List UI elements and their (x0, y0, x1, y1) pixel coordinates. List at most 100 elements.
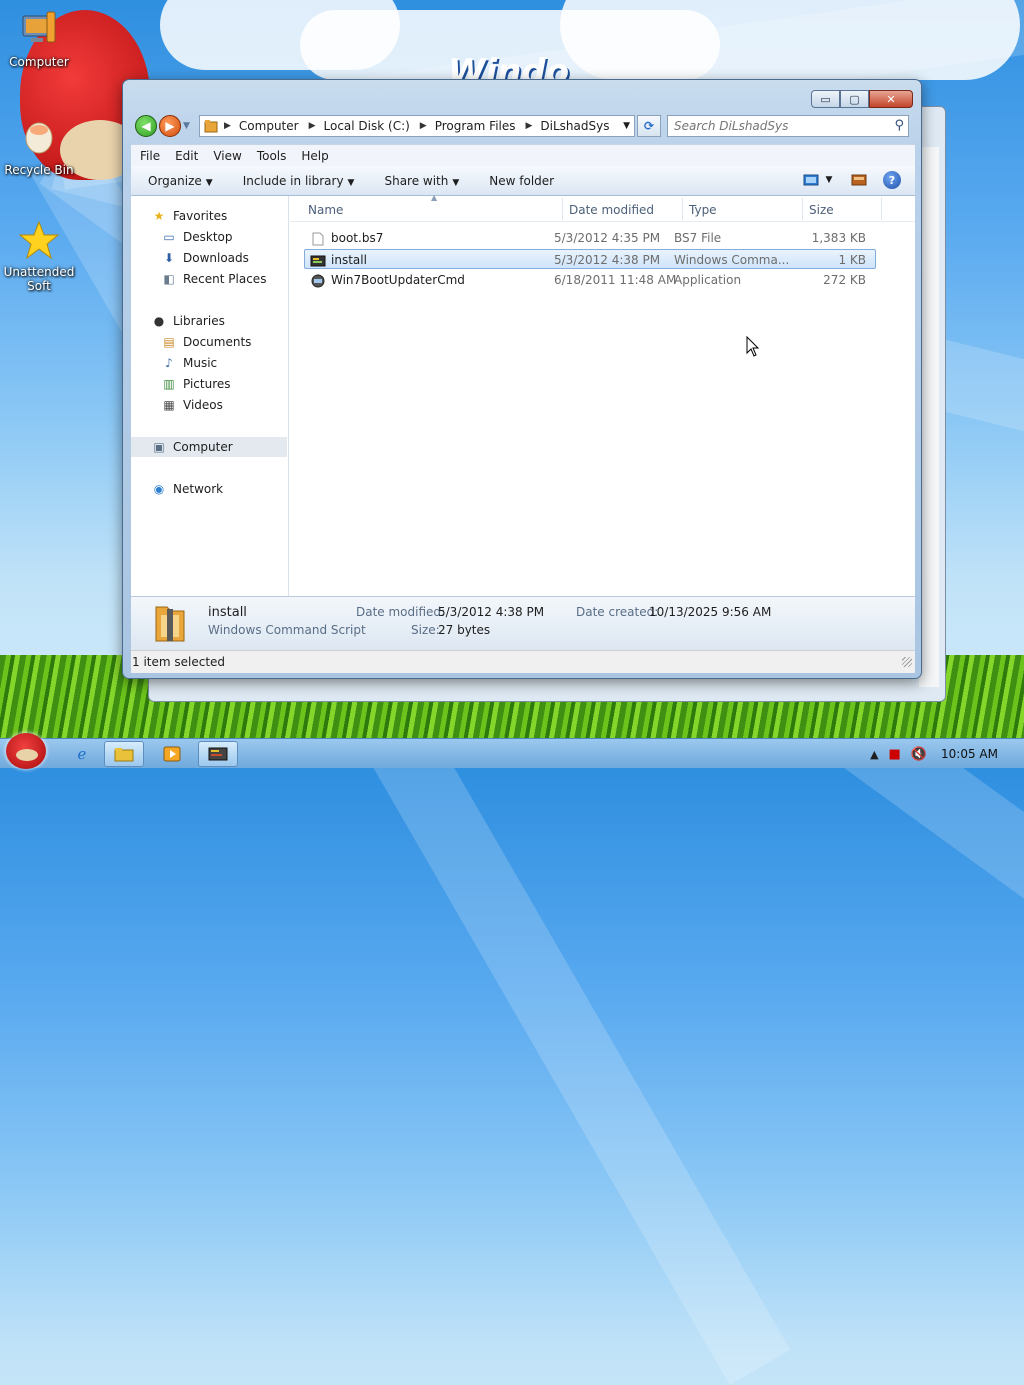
column-header-date-modified[interactable]: Date modified (569, 203, 654, 217)
breadcrumb-separator-icon[interactable]: ▶ (224, 121, 231, 131)
nav-downloads[interactable]: ⬇ Downloads (161, 248, 249, 268)
nav-music[interactable]: ♪ Music (161, 353, 217, 373)
nav-pictures[interactable]: ▥ Pictures (161, 374, 231, 394)
nav-libraries[interactable]: ● Libraries (151, 311, 225, 331)
organize-label: Organize (148, 173, 202, 188)
menu-file[interactable]: File (140, 149, 160, 163)
star-icon (18, 220, 60, 260)
videos-icon: ▦ (163, 398, 175, 412)
organize-button[interactable]: Organize ▼ (148, 174, 213, 188)
file-name-cell: install (310, 253, 367, 268)
taskbar-command-window[interactable] (198, 741, 238, 767)
breadcrumb-separator-icon[interactable]: ▶ (420, 121, 427, 131)
details-pane: install Windows Command Script Date modi… (131, 596, 915, 650)
nav-label: Pictures (183, 377, 231, 391)
desktop-icon-unattended-soft[interactable]: Unattended Soft (1, 220, 77, 293)
desktop-icon-label: Recycle Bin (4, 163, 74, 177)
menu-help[interactable]: Help (301, 149, 328, 163)
search-icon[interactable]: ⚲ (894, 118, 904, 133)
share-with-label: Share with (384, 173, 449, 188)
share-with-button[interactable]: Share with ▼ (384, 174, 459, 188)
preview-pane-button[interactable] (849, 171, 869, 189)
file-size-cell: 1,383 KB (811, 231, 866, 245)
breadcrumb-local-disk[interactable]: Local Disk (C:) (324, 119, 410, 133)
search-box[interactable]: ⚲ (667, 115, 909, 137)
resize-grip[interactable] (902, 657, 912, 667)
address-dropdown-icon[interactable]: ▼ (623, 121, 630, 131)
breadcrumb-separator-icon[interactable]: ▶ (526, 121, 533, 131)
show-hidden-icons-button[interactable]: ▲ (870, 748, 878, 761)
recycle-bin-icon (25, 122, 53, 154)
nav-label: Documents (183, 335, 252, 349)
file-type-cell: BS7 File (674, 231, 722, 245)
minimize-button[interactable]: ▭ (811, 90, 840, 108)
change-view-button[interactable] (801, 171, 821, 189)
breadcrumb-computer[interactable]: Computer (239, 119, 299, 133)
nav-computer[interactable]: ▣ Computer (131, 437, 287, 457)
refresh-icon: ⟳ (643, 119, 655, 133)
folder-script-icon (155, 606, 185, 642)
column-header-type[interactable]: Type (689, 203, 717, 217)
nav-label: Libraries (173, 314, 225, 328)
menu-edit[interactable]: Edit (175, 149, 198, 163)
star-icon: ★ (153, 209, 165, 223)
nav-label: Downloads (183, 251, 249, 265)
help-button[interactable]: ? (883, 171, 901, 189)
nav-documents[interactable]: ▤ Documents (161, 332, 251, 352)
nav-videos[interactable]: ▦ Videos (161, 395, 223, 415)
start-button[interactable] (6, 733, 46, 769)
file-name: boot.bs7 (331, 231, 384, 245)
nav-favorites[interactable]: ★ Favorites (151, 206, 228, 226)
include-in-library-button[interactable]: Include in library ▼ (243, 174, 355, 188)
chevron-down-icon: ▼ (347, 177, 355, 188)
column-header-name[interactable]: Name (308, 203, 343, 217)
taskbar-explorer[interactable] (104, 741, 144, 767)
status-text: 1 item selected (132, 655, 226, 669)
back-button[interactable]: ◀ (135, 115, 157, 137)
breadcrumb-separator-icon[interactable]: ▶ (309, 121, 316, 131)
explorer-window[interactable]: ▭ ▢ ✕ ◀ ▶ ▼ ▶ Computer ▶ Local Disk (C:)… (122, 79, 922, 679)
nav-desktop[interactable]: ▭ Desktop (161, 227, 232, 247)
desktop-icon-recycle-bin[interactable]: Recycle Bin (1, 118, 77, 177)
recent-pages-dropdown[interactable]: ▼ (183, 121, 195, 131)
file-row-boot-bs7[interactable]: boot.bs7 5/3/2012 4:35 PM BS7 File 1,383… (304, 228, 876, 248)
script-icon (310, 255, 326, 266)
file-type-cell: Windows Comma... (674, 253, 790, 267)
maximize-button[interactable]: ▢ (840, 90, 869, 108)
view-icon (803, 174, 819, 186)
desktop-icon: ▭ (163, 230, 175, 244)
file-row-install[interactable]: install 5/3/2012 4:38 PM Windows Comma..… (304, 249, 876, 269)
internet-explorer-icon: ℯ (77, 745, 87, 763)
taskbar: ℯ ▲ ■ 🔇 10:05 AM (0, 733, 1024, 769)
new-folder-button[interactable]: New folder (489, 174, 554, 188)
desktop-icon-computer[interactable]: Computer (1, 10, 77, 69)
address-bar[interactable]: ▶ Computer ▶ Local Disk (C:) ▶ Program F… (199, 115, 635, 137)
pictures-icon: ▥ (163, 377, 175, 391)
menu-tools[interactable]: Tools (257, 149, 287, 163)
taskbar-media-player[interactable] (152, 741, 192, 767)
view-options-dropdown[interactable]: ▼ (823, 171, 835, 189)
details-file-name: install (208, 605, 247, 620)
breadcrumb-program-files[interactable]: Program Files (435, 119, 516, 133)
nav-recent-places[interactable]: ◧ Recent Places (161, 269, 266, 289)
action-center-icon[interactable]: ■ (889, 747, 901, 762)
taskbar-internet-explorer[interactable]: ℯ (62, 741, 102, 767)
breadcrumb-dilshadsys[interactable]: DiLshadSys (540, 119, 609, 133)
file-icon (312, 232, 324, 245)
nav-label: Network (173, 482, 224, 496)
nav-label: Music (183, 356, 218, 370)
forward-button[interactable]: ▶ (159, 115, 181, 137)
media-player-icon (163, 746, 181, 762)
nav-network[interactable]: ◉ Network (151, 479, 223, 499)
clock[interactable]: 10:05 AM (941, 747, 998, 761)
nav-label: Recent Places (183, 272, 267, 286)
libraries-icon: ● (153, 314, 165, 328)
column-header-size[interactable]: Size (809, 203, 834, 217)
volume-muted-icon[interactable]: 🔇 (911, 747, 927, 762)
refresh-button[interactable]: ⟳ (637, 115, 661, 137)
close-button[interactable]: ✕ (869, 90, 913, 108)
file-row-win7bootupdatercmd[interactable]: Win7BootUpdaterCmd 6/18/2011 11:48 AM Ap… (304, 270, 876, 290)
menu-view[interactable]: View (213, 149, 241, 163)
details-size-label: Size: (411, 623, 440, 637)
search-input[interactable] (668, 116, 878, 136)
